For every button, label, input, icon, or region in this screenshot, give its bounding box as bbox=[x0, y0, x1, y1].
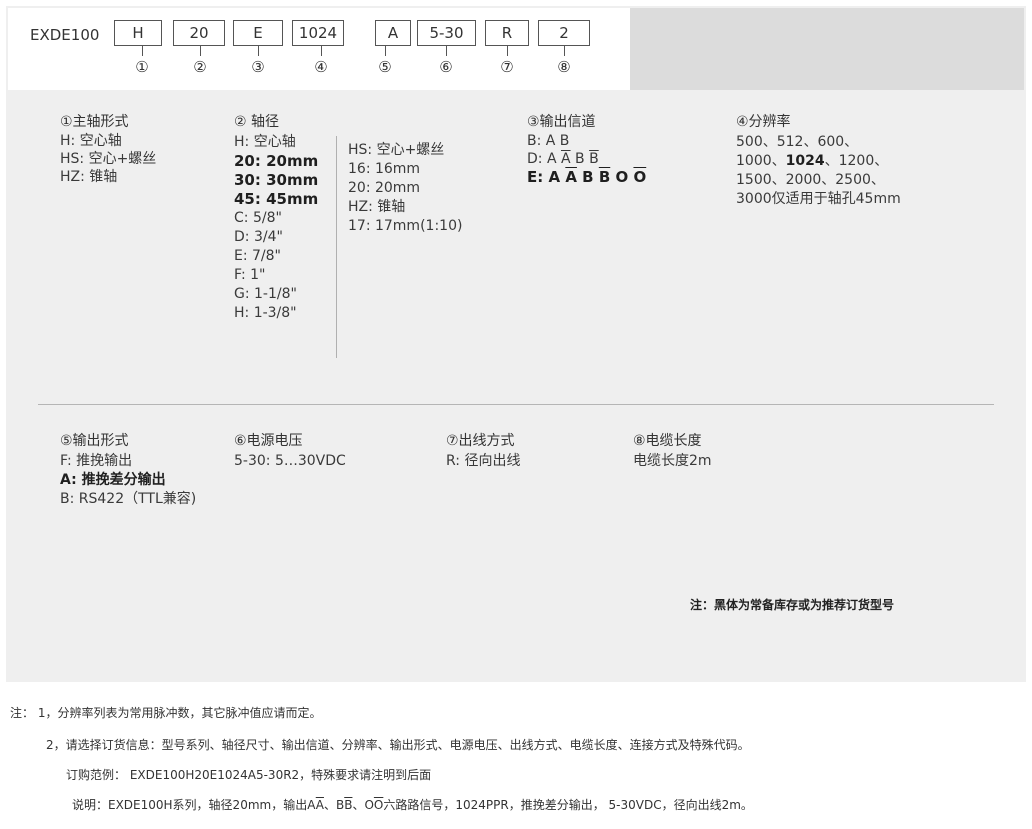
code-number: ② bbox=[193, 58, 207, 76]
option-line-bold: A: 推挽差分输出 bbox=[60, 472, 166, 488]
code-box-shaft-type: H bbox=[114, 20, 162, 46]
code-tick bbox=[321, 46, 322, 56]
code-tick bbox=[564, 46, 565, 56]
option-line: 1500、2000、2500、 bbox=[736, 172, 885, 188]
option-line: B: A B bbox=[527, 133, 570, 149]
option-line: 500、512、600、 bbox=[736, 134, 859, 150]
code-box-resolution: 1024 bbox=[292, 20, 344, 46]
code-number: ③ bbox=[251, 58, 265, 76]
section-title: ⑥电源电压 bbox=[234, 433, 303, 449]
section-title: ⑧电缆长度 bbox=[633, 433, 702, 449]
spec-panel bbox=[6, 6, 1026, 682]
shaft-dia-section: ② 轴径 H: 空心轴 20: 20mm 30: 30mm 45: 45mm C… bbox=[234, 113, 318, 323]
shaft-dia-extra-section: HS: 空心+螺丝 16: 16mm 20: 20mm HZ: 锥轴 17: 1… bbox=[348, 141, 462, 236]
option-line-bold: 45: 45mm bbox=[234, 190, 319, 208]
cable-section: ⑧电缆长度 电缆长度2m bbox=[633, 432, 712, 471]
code-tick bbox=[446, 46, 447, 56]
option-line: 5-30: 5…30VDC bbox=[234, 453, 346, 469]
outlet-section: ⑦出线方式 R: 径向出线 bbox=[446, 432, 520, 471]
option-line: F: 1" bbox=[234, 267, 266, 283]
option-line: F: 推挽输出 bbox=[60, 453, 133, 469]
output-form-section: ⑤输出形式 F: 推挽输出 A: 推挽差分输出 B: RS422（TTL兼容) bbox=[60, 432, 196, 509]
option-line: G: 1-1/8" bbox=[234, 286, 297, 302]
option-line: H: 空心轴 bbox=[234, 134, 296, 150]
code-box-shaft-dia: 20 bbox=[173, 20, 225, 46]
code-box-outlet: R bbox=[485, 20, 529, 46]
section-divider bbox=[38, 404, 994, 405]
model-prefix: EXDE100 bbox=[30, 26, 100, 44]
shaft-type-section: ①主轴形式 H: 空心轴 HS: 空心+螺丝 HZ: 锥轴 bbox=[60, 113, 156, 186]
option-line-bold: E: A A B B O O bbox=[527, 168, 647, 186]
code-tick bbox=[142, 46, 143, 56]
code-number: ⑤ bbox=[378, 58, 392, 76]
option-line: 20: 20mm bbox=[348, 180, 421, 196]
section-title: ⑦出线方式 bbox=[446, 433, 515, 449]
code-number: ⑧ bbox=[557, 58, 571, 76]
option-line: HZ: 锥轴 bbox=[60, 169, 118, 185]
option-line: HS: 空心+螺丝 bbox=[348, 142, 445, 158]
option-line: R: 径向出线 bbox=[446, 453, 521, 469]
option-line: 电缆长度2m bbox=[633, 453, 712, 469]
option-line: HZ: 锥轴 bbox=[348, 199, 406, 215]
option-line: 16: 16mm bbox=[348, 161, 421, 177]
section-title: ② 轴径 bbox=[234, 114, 280, 130]
code-box-output-form: A bbox=[375, 20, 411, 46]
section-title: ③输出信道 bbox=[527, 114, 596, 130]
code-box-voltage: 5-30 bbox=[417, 20, 476, 46]
resolution-section: ④分辨率 500、512、600、 1000、1024、1200、 1500、2… bbox=[736, 113, 901, 209]
output-channel-section: ③输出信道 B: A B D: A A B B E: A A B B O O bbox=[527, 113, 646, 186]
footnote-1: 注： 1，分辨率列表为常用脉冲数，其它脉冲值应请而定。 bbox=[10, 706, 322, 720]
code-tick bbox=[200, 46, 201, 56]
option-line: E: 7/8" bbox=[234, 248, 281, 264]
code-tick bbox=[258, 46, 259, 56]
option-line: C: 5/8" bbox=[234, 210, 282, 226]
option-line: HS: 空心+螺丝 bbox=[60, 151, 157, 167]
section-title: ④分辨率 bbox=[736, 114, 791, 130]
code-box-channel: E bbox=[233, 20, 283, 46]
example-explanation: 说明：EXDE100H系列，轴径20mm，输出AA、BB、OO六路路信号，102… bbox=[72, 798, 753, 812]
code-tick bbox=[507, 46, 508, 56]
column-divider bbox=[336, 136, 337, 358]
option-line: 17: 17mm(1:10) bbox=[348, 218, 463, 234]
code-box-cable: 2 bbox=[538, 20, 590, 46]
option-line: B: RS422（TTL兼容) bbox=[60, 491, 197, 507]
option-line: 1000、1024、1200、 bbox=[736, 153, 889, 169]
code-number: ⑥ bbox=[439, 58, 453, 76]
code-number: ① bbox=[135, 58, 149, 76]
model-code-bar-filler bbox=[630, 8, 1024, 90]
section-title: ①主轴形式 bbox=[60, 114, 129, 130]
option-line: H: 空心轴 bbox=[60, 133, 122, 149]
section-title: ⑤输出形式 bbox=[60, 433, 129, 449]
option-line: 3000仅适用于轴孔45mm bbox=[736, 191, 901, 207]
footnote-2: 2，请选择订货信息：型号系列、轴径尺寸、输出信道、分辨率、输出形式、电源电压、出… bbox=[46, 738, 750, 752]
voltage-section: ⑥电源电压 5-30: 5…30VDC bbox=[234, 432, 346, 471]
option-line: H: 1-3/8" bbox=[234, 305, 297, 321]
option-line-bold: 20: 20mm bbox=[234, 152, 319, 170]
option-line-bold: 30: 30mm bbox=[234, 171, 319, 189]
option-line: D: 3/4" bbox=[234, 229, 283, 245]
stock-note: 注：黑体为常备库存或为推荐订货型号 bbox=[690, 598, 895, 612]
order-example: 订购范例： EXDE100H20E1024A5-30R2，特殊要求请注明到后面 bbox=[66, 768, 432, 782]
code-number: ④ bbox=[314, 58, 328, 76]
option-line: D: A A B B bbox=[527, 151, 599, 167]
code-tick bbox=[385, 46, 386, 56]
code-number: ⑦ bbox=[500, 58, 514, 76]
